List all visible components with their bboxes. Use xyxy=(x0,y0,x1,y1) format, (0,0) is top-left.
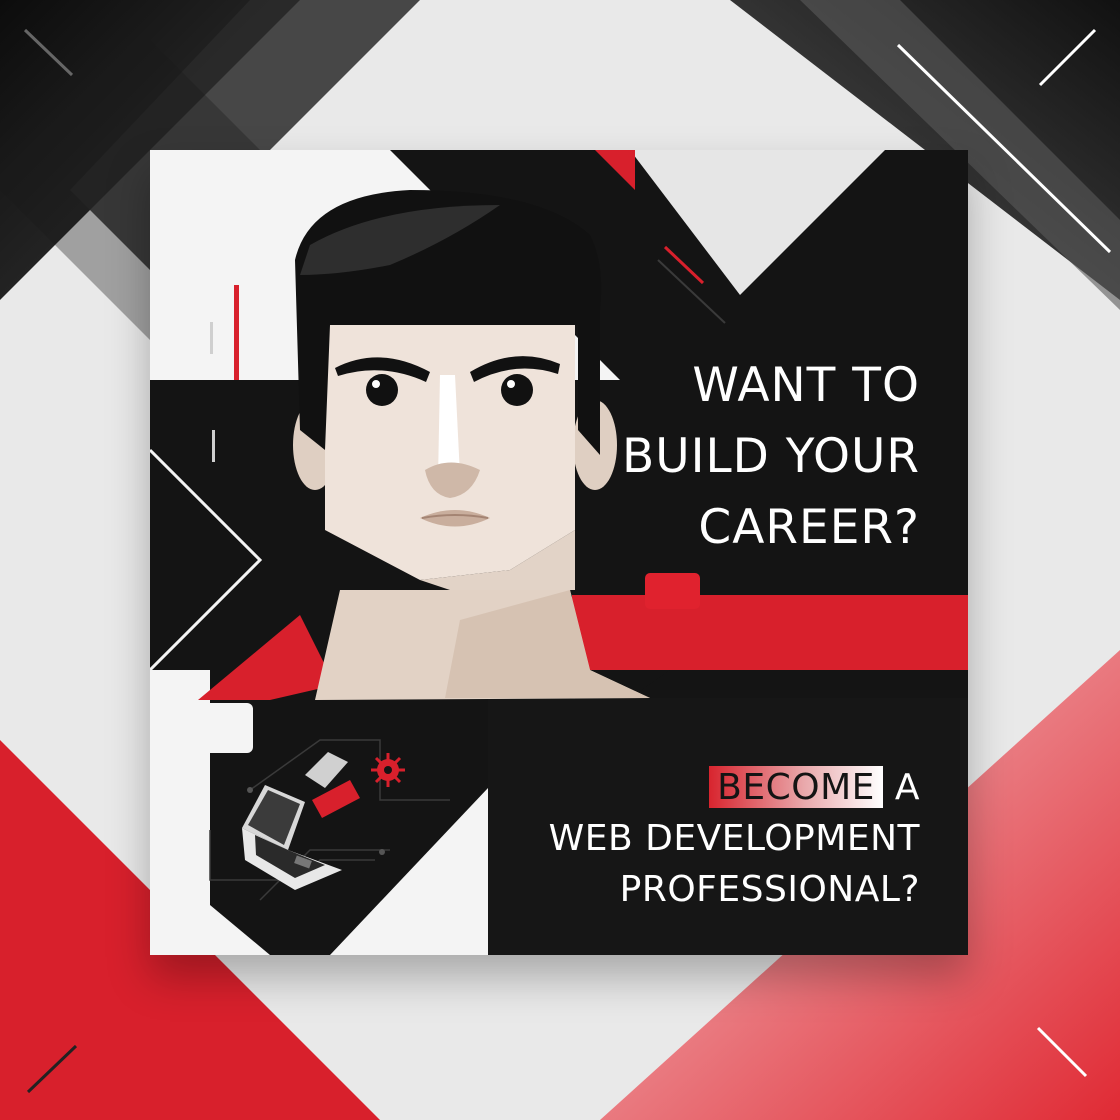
poster-card: WANT TO BUILD YOUR CAREER? BECOME A WEB … xyxy=(150,150,968,955)
become-highlight: BECOME xyxy=(709,766,883,808)
headline-line: BUILD YOUR xyxy=(621,429,920,484)
tagline: BECOME A WEB DEVELOPMENT PROFESSIONAL? xyxy=(480,762,920,915)
tagline-row-2: WEB DEVELOPMENT xyxy=(548,818,920,859)
tagline-row-3: PROFESSIONAL? xyxy=(619,869,920,910)
virus-icon xyxy=(371,753,405,787)
tagline-row-1: BECOME A xyxy=(480,762,920,813)
headline-line: CAREER? xyxy=(698,500,920,555)
headline: WANT TO BUILD YOUR CAREER? xyxy=(590,350,920,563)
headline-line: WANT TO xyxy=(692,358,920,413)
tagline-article: A xyxy=(894,767,920,808)
red-band xyxy=(572,595,968,670)
